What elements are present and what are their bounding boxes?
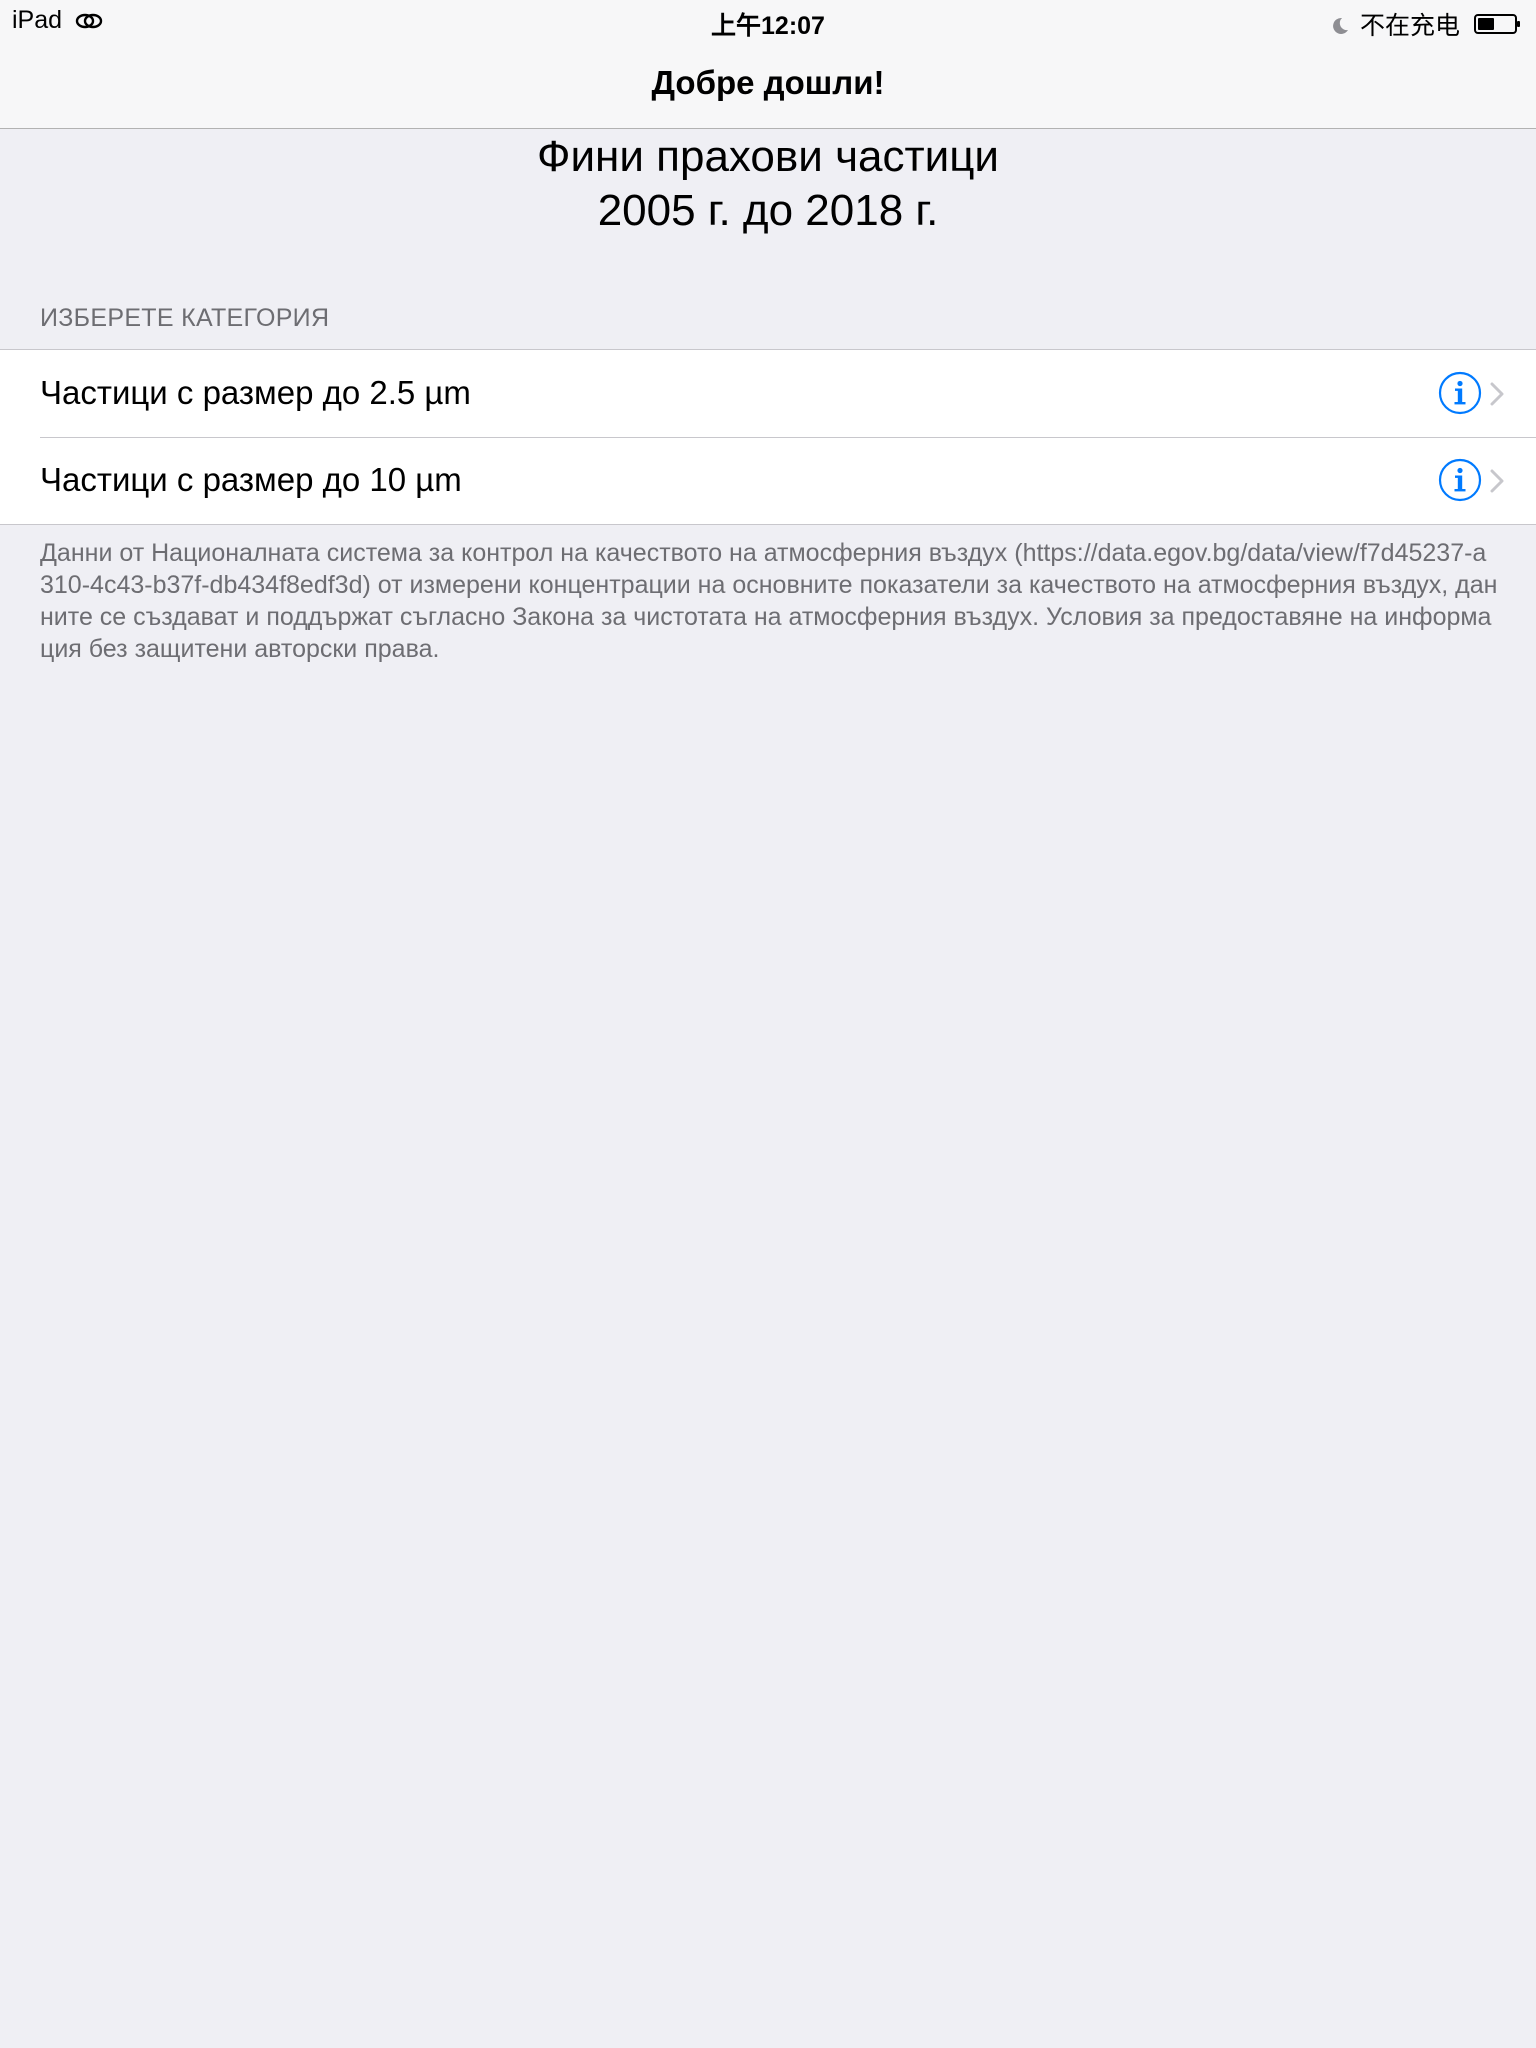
category-label: Частици с размер до 2.5 µm	[40, 374, 471, 411]
category-cell-pm25[interactable]: Частици с размер до 2.5 µm	[0, 350, 1536, 437]
info-icon[interactable]	[1438, 458, 1482, 502]
info-icon[interactable]	[1438, 371, 1482, 415]
page-title-line1: Фини прахови частици	[537, 132, 999, 181]
status-right: 不在充电	[1330, 6, 1522, 42]
page-title-line2: 2005 г. до 2018 г.	[597, 186, 939, 235]
charging-status: 不在充电	[1359, 12, 1460, 40]
status-time: 上午12:07	[711, 12, 825, 40]
do-not-disturb-moon-icon	[1330, 14, 1350, 34]
page-title: Фини прахови частици 2005 г. до 2018 г.	[0, 130, 1536, 238]
category-list: Частици с размер до 2.5 µm Частици с раз…	[0, 349, 1536, 525]
section-header: ИЗБЕРЕТЕ КАТЕГОРИЯ	[40, 304, 330, 332]
status-bar: iPad 上午12:07 不在充电	[0, 0, 1536, 40]
chevron-right-icon	[1490, 382, 1504, 406]
section-footer: Данни от Националната система за контрол…	[40, 539, 1498, 663]
nav-title: Добре дошли!	[651, 64, 885, 101]
category-cell-pm10[interactable]: Частици с размер до 10 µm	[0, 437, 1536, 524]
navigation-bar: Добре дошли!	[0, 40, 1536, 129]
category-label: Частици с размер до 10 µm	[40, 461, 462, 498]
chevron-right-icon	[1490, 469, 1504, 493]
battery-icon	[1474, 13, 1522, 35]
